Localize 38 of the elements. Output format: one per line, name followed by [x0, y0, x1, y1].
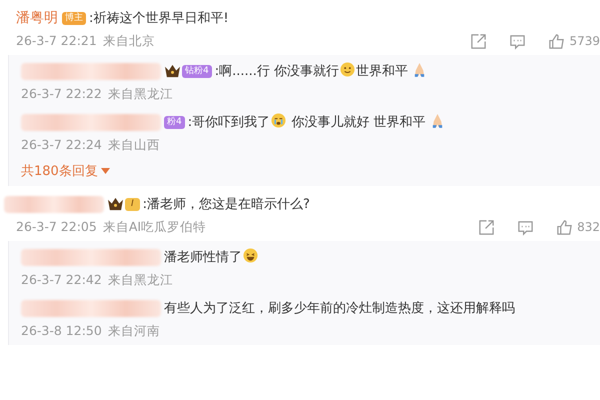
author-badge: 博主 — [62, 12, 86, 25]
praying-hands-icon — [413, 62, 426, 77]
like-count: 832 — [577, 219, 600, 236]
timestamp: 26-3-7 22:22 — [21, 85, 102, 103]
comment-icon[interactable] — [517, 218, 534, 236]
comment-icon[interactable] — [509, 32, 526, 50]
timestamp: 26-3-7 22:05 — [16, 218, 97, 236]
like-icon[interactable] — [556, 218, 574, 236]
crying-emoji-icon — [271, 113, 286, 128]
more-replies-link[interactable]: 共180条回复 — [21, 159, 600, 186]
fan-badge: 钻粉4 — [182, 64, 212, 78]
share-icon[interactable] — [470, 32, 488, 50]
timestamp: 26-3-7 22:42 — [21, 271, 102, 289]
location: 来自河南 — [108, 322, 160, 340]
fan-badge: 粉4 — [164, 116, 185, 129]
reply-text: :哥你吓到我了 你没事儿就好 世界和平 — [188, 115, 445, 130]
share-icon[interactable] — [478, 218, 496, 236]
praying-hands-icon — [430, 113, 444, 128]
smile-emoji-icon — [340, 62, 356, 77]
location: 来自黑龙江 — [108, 271, 173, 289]
username[interactable]: 潘粤明 — [16, 10, 58, 26]
laughing-emoji-icon — [243, 248, 258, 263]
timestamp: 26-3-7 22:24 — [21, 136, 102, 154]
location: 来自山西 — [108, 136, 160, 154]
timestamp: 26-3-8 12:50 — [21, 322, 102, 340]
comment-text: :潘老师，您这是在暗示什么? — [142, 197, 310, 212]
level-badge: I — [125, 198, 140, 211]
like-icon[interactable] — [548, 32, 566, 50]
location: 来自北京 — [102, 32, 155, 50]
reply-text: 潘老师性情了 — [164, 250, 259, 265]
timestamp: 26-3-7 22:21 — [16, 32, 97, 50]
comment-text: :祈祷这个世界早日和平! — [89, 11, 229, 26]
caret-icon — [100, 168, 110, 174]
reply-text: 有些人为了泛红，刷多少年前的冷灶制造热度，这还用解释吗 — [164, 301, 515, 316]
reply-text: :啊......行 你没事就行 世界和平 — [214, 64, 428, 79]
location: 来自黑龙江 — [108, 85, 173, 103]
like-count: 5739 — [569, 33, 600, 50]
location: 来自AI吃瓜罗伯特 — [102, 218, 206, 236]
